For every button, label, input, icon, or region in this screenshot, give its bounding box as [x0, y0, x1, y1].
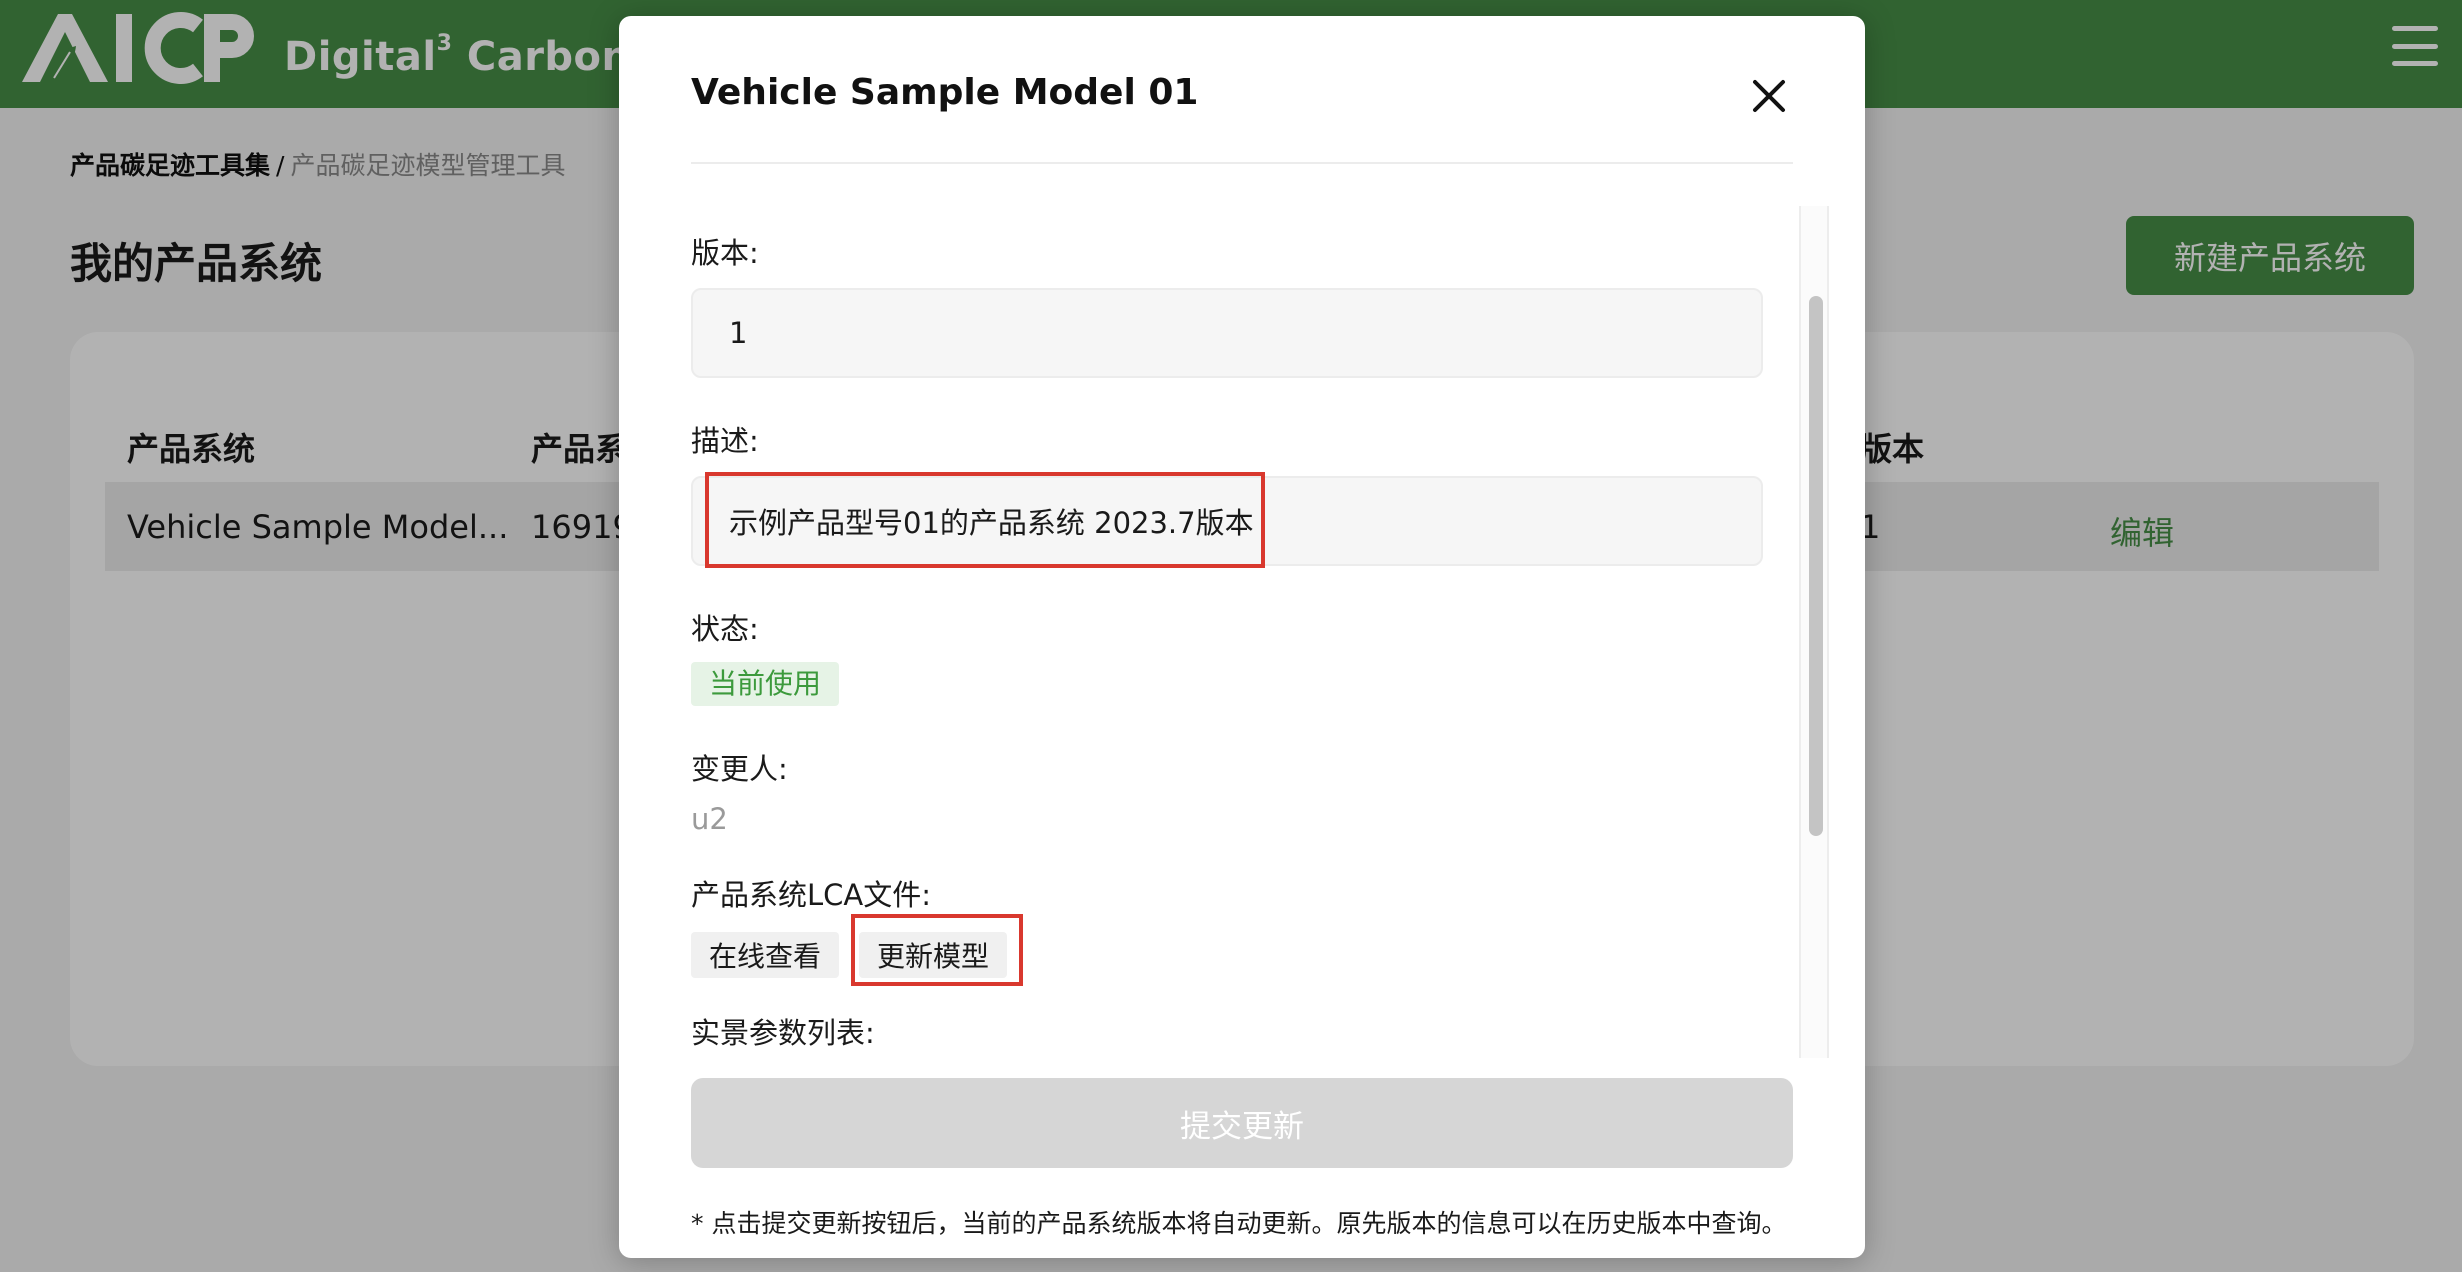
submit-update-button[interactable]: 提交更新	[691, 1078, 1793, 1168]
edit-product-system-dialog: Vehicle Sample Model 01 版本: 描述: 状态: 当前使用…	[619, 16, 1865, 1258]
close-icon[interactable]	[1749, 76, 1789, 116]
update-model-button[interactable]: 更新模型	[859, 932, 1008, 978]
scrollbar-thumb[interactable]	[1809, 296, 1823, 836]
submit-footnote: * 点击提交更新按钮后，当前的产品系统版本将自动更新。原先版本的信息可以在历史版…	[691, 1209, 1787, 1238]
status-label: 状态:	[691, 612, 759, 646]
description-label: 描述:	[691, 424, 759, 458]
dialog-scrollbar[interactable]	[1799, 206, 1829, 1058]
view-online-button[interactable]: 在线查看	[691, 932, 840, 978]
status-badge: 当前使用	[691, 662, 840, 706]
changer-label: 变更人:	[691, 752, 788, 786]
params-label: 实景参数列表:	[691, 1016, 875, 1050]
dialog-form-scroll-area[interactable]: 版本: 描述: 状态: 当前使用 变更人: u2 产品系统LCA文件: 在线查看…	[691, 206, 1793, 1058]
dialog-title: Vehicle Sample Model 01	[691, 72, 1199, 113]
changer-value: u2	[691, 802, 728, 836]
lca-file-label: 产品系统LCA文件:	[691, 878, 932, 912]
version-input[interactable]	[691, 288, 1763, 378]
description-input[interactable]	[691, 476, 1763, 566]
version-label: 版本:	[691, 236, 759, 270]
dialog-divider	[691, 162, 1793, 164]
